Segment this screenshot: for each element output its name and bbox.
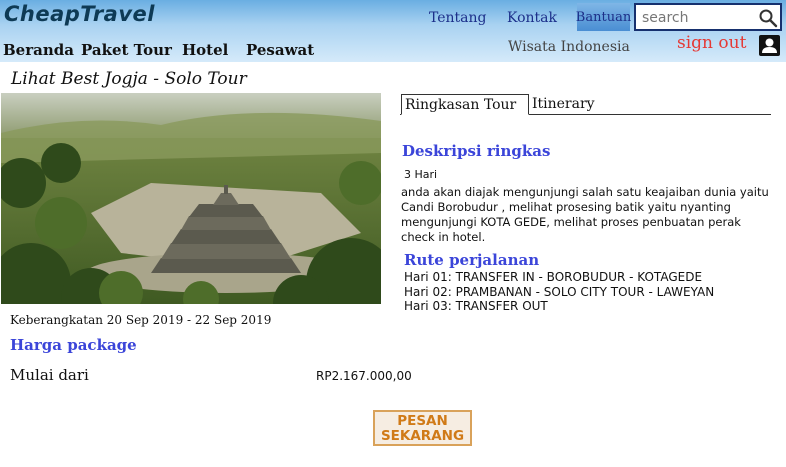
nav-paket-tour[interactable]: Paket Tour	[81, 41, 172, 59]
tab-itinerary[interactable]: Itinerary	[532, 94, 595, 115]
nav-hotel[interactable]: Hotel	[182, 41, 228, 59]
wisata-label: Wisata Indonesia	[508, 39, 630, 55]
search-box	[634, 3, 782, 31]
search-icon[interactable]	[758, 8, 778, 28]
link-tentang[interactable]: Tentang	[429, 10, 487, 26]
link-kontak[interactable]: Kontak	[507, 10, 557, 26]
user-icon[interactable]	[759, 35, 780, 56]
nav-pesawat[interactable]: Pesawat	[246, 41, 314, 59]
logo[interactable]: CheapTravel	[4, 2, 155, 26]
duration-text: 3 Hari	[404, 168, 438, 181]
tour-title: Lihat Best Jogja - Solo Tour	[11, 69, 247, 89]
route-heading: Rute perjalanan	[404, 251, 540, 269]
tour-photo	[1, 93, 381, 304]
order-button[interactable]: PESAN SEKARANG	[373, 410, 472, 446]
search-input[interactable]	[642, 8, 754, 28]
harga-heading: Harga package	[10, 336, 137, 354]
nav-beranda[interactable]: Beranda	[3, 41, 74, 59]
description-text: anda akan diajak mengunjungi salah satu …	[401, 185, 769, 244]
route-day-3: Hari 03: TRANSFER OUT	[404, 299, 548, 313]
tab-ringkasan[interactable]: Ringkasan Tour	[401, 94, 529, 115]
summary-heading: Deskripsi ringkas	[402, 142, 551, 160]
departure-dates: Keberangkatan 20 Sep 2019 - 22 Sep 2019	[10, 313, 272, 327]
route-day-1: Hari 01: TRANSFER IN - BOROBUDUR - KOTAG…	[404, 270, 703, 284]
mulai-label: Mulai dari	[10, 366, 89, 384]
bantuan-button[interactable]: Bantuan	[576, 3, 631, 31]
route-day-2: Hari 02: PRAMBANAN - SOLO CITY TOUR - LA…	[404, 285, 715, 299]
price-value: RP2.167.000,00	[316, 369, 412, 383]
signout-link[interactable]: sign out	[677, 33, 746, 53]
